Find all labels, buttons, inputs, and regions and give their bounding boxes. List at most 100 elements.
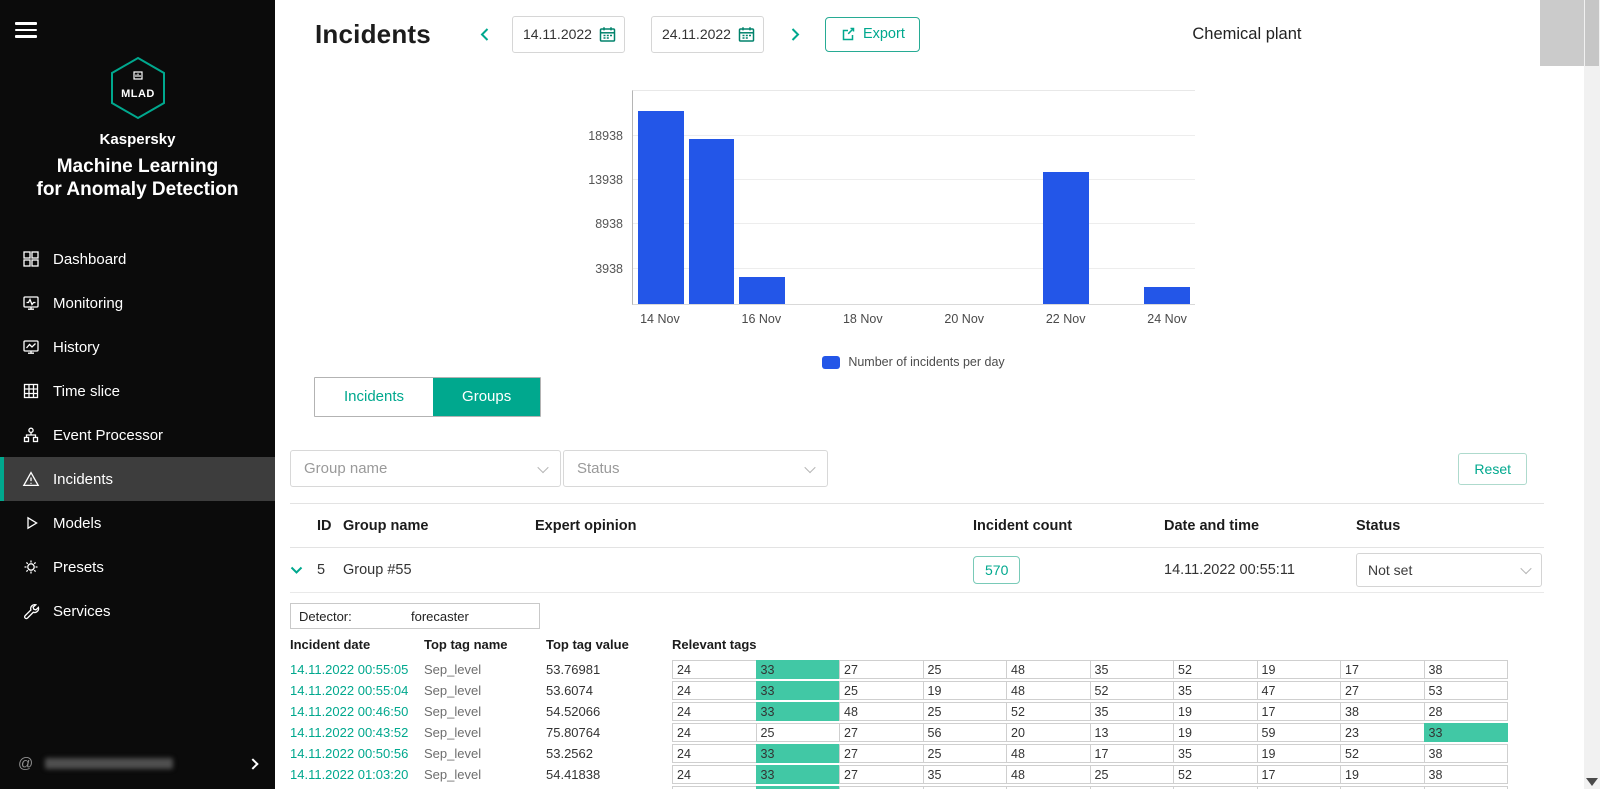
detail-row: 14.11.2022 00:55:05Sep_level53.769812433… — [290, 659, 1508, 679]
relevant-tags: 24332725481735195238 — [672, 744, 1508, 763]
tag-cell: 27 — [839, 786, 924, 789]
calendar-icon[interactable] — [738, 26, 755, 43]
sidebar-menu: Dashboard Monitoring History Time slice … — [0, 237, 275, 633]
chart-xtick-label: 24 Nov — [1147, 312, 1187, 326]
sidebar-item-presets[interactable]: Presets — [0, 545, 275, 589]
col-header-id: ID — [317, 518, 343, 534]
sidebar-item-monitoring[interactable]: Monitoring — [0, 281, 275, 325]
tag-cell: 25 — [923, 660, 1008, 679]
tag-cell-highlighted: 33 — [1424, 723, 1509, 742]
scrollbar-thumb[interactable] — [1585, 0, 1599, 66]
col-header-incident-count: Incident count — [973, 518, 1164, 534]
tag-cell-highlighted: 33 — [756, 744, 841, 763]
tag-cell: 35 — [1090, 786, 1175, 789]
date-to-input[interactable]: 24.11.2022 — [651, 16, 764, 53]
reset-button[interactable]: Reset — [1458, 453, 1527, 485]
sidebar-item-incidents[interactable]: Incidents — [0, 457, 275, 501]
tag-cell: 52 — [1173, 660, 1258, 679]
export-label: Export — [863, 26, 905, 42]
svg-text:MLAD: MLAD — [121, 88, 155, 100]
chart-bar[interactable] — [689, 139, 735, 304]
group-row[interactable]: 5 Group #55 570 14.11.2022 00:55:11 Not … — [290, 548, 1544, 593]
sidebar-item-history[interactable]: History — [0, 325, 275, 369]
status-select[interactable]: Not set — [1356, 553, 1542, 587]
group-name-placeholder: Group name — [304, 460, 387, 477]
top-tag-name: Sep_level — [424, 725, 546, 740]
status-value: Not set — [1368, 562, 1412, 578]
sidebar-item-dashboard[interactable]: Dashboard — [0, 237, 275, 281]
history-chart-icon — [22, 338, 40, 356]
chevron-left-icon[interactable] — [479, 27, 490, 42]
page-title: Incidents — [315, 19, 431, 50]
top-tag-value: 53.6074 — [546, 683, 672, 698]
chevron-right-icon[interactable] — [247, 758, 258, 769]
tag-cell: 38 — [1340, 702, 1425, 721]
date-to-value: 24.11.2022 — [662, 26, 731, 42]
group-detail: Detector: forecaster Incident date Top t… — [290, 603, 1584, 789]
hamburger-menu-icon[interactable] — [15, 18, 37, 42]
incident-date-link[interactable]: 14.11.2022 00:50:56 — [290, 746, 424, 761]
chart-bar[interactable] — [1043, 172, 1089, 304]
sidebar-item-services[interactable]: Services — [0, 589, 275, 633]
incident-date-link[interactable]: 14.11.2022 00:43:52 — [290, 725, 424, 740]
tag-cell: 27 — [839, 723, 924, 742]
tag-cell: 52 — [1090, 681, 1175, 700]
incident-date-link[interactable]: 14.11.2022 00:46:50 — [290, 704, 424, 719]
col-header-top-tag-value: Top tag value — [546, 637, 672, 655]
status-filter-select[interactable]: Status — [563, 450, 828, 487]
chart-bar[interactable] — [1144, 287, 1190, 304]
detail-table-header: Incident date Top tag name Top tag value… — [290, 637, 1508, 655]
date-from-input[interactable]: 14.11.2022 — [512, 16, 625, 53]
detail-rows: 14.11.2022 00:55:05Sep_level53.769812433… — [290, 659, 1508, 789]
relevant-tags: 24332725483552191738 — [672, 786, 1508, 789]
main-content: Incidents 14.11.2022 24.11.2022 Export C… — [275, 0, 1584, 789]
col-header-expert-opinion: Expert opinion — [535, 518, 973, 534]
chevron-right-icon[interactable] — [790, 27, 801, 42]
tag-cell: 48 — [1006, 681, 1091, 700]
tag-cell-highlighted: 33 — [756, 765, 841, 784]
col-header-top-tag-name: Top tag name — [424, 637, 546, 655]
tag-cell: 25 — [839, 681, 924, 700]
tag-cell: 24 — [672, 702, 757, 721]
tag-cell: 28 — [1424, 702, 1509, 721]
chart-ytick-label: 3938 — [595, 262, 623, 276]
tag-cell: 19 — [1173, 723, 1258, 742]
sidebar-item-event-processor[interactable]: Event Processor — [0, 413, 275, 457]
tag-cell: 13 — [1090, 723, 1175, 742]
chart-bar[interactable] — [739, 277, 785, 304]
tag-cell: 52 — [1173, 765, 1258, 784]
tag-cell: 24 — [672, 786, 757, 789]
chart-xtick-label: 18 Nov — [843, 312, 883, 326]
export-button[interactable]: Export — [825, 17, 920, 52]
tag-cell: 17 — [1257, 765, 1342, 784]
col-header-relevant-tags: Relevant tags — [672, 637, 1508, 655]
incident-date-link[interactable]: 14.11.2022 00:55:04 — [290, 683, 424, 698]
sidebar-item-label: Monitoring — [53, 295, 123, 312]
tag-cell: 25 — [756, 723, 841, 742]
top-tag-value: 54.52066 — [546, 704, 672, 719]
legend-swatch — [822, 356, 840, 369]
incident-date-link[interactable]: 14.11.2022 00:55:05 — [290, 662, 424, 677]
tag-cell: 25 — [923, 786, 1008, 789]
scrollbar[interactable] — [1584, 0, 1600, 789]
tag-cell: 25 — [923, 702, 1008, 721]
incident-count-badge[interactable]: 570 — [973, 556, 1020, 584]
sidebar-item-models[interactable]: Models — [0, 501, 275, 545]
scroll-down-arrow-icon[interactable] — [1586, 778, 1598, 786]
calendar-icon[interactable] — [599, 26, 616, 43]
detail-row: 14.11.2022 01:03:20Sep_level54.418382433… — [290, 764, 1508, 784]
tab-groups[interactable]: Groups — [433, 378, 540, 416]
chart-bar[interactable] — [638, 111, 684, 304]
tag-cell: 48 — [1006, 744, 1091, 763]
top-tag-name: Sep_level — [424, 683, 546, 698]
user-account[interactable]: @ — [0, 738, 275, 789]
tag-cell-highlighted: 33 — [756, 786, 841, 789]
group-name: Group #55 — [343, 562, 535, 578]
incident-date-link[interactable]: 14.11.2022 01:03:20 — [290, 767, 424, 782]
collapse-row-chevron-down-icon[interactable] — [290, 566, 303, 575]
chart-legend: Number of incidents per day — [632, 355, 1195, 369]
sidebar-item-label: Models — [53, 515, 101, 532]
sidebar-item-time-slice[interactable]: Time slice — [0, 369, 275, 413]
group-name-select[interactable]: Group name — [290, 450, 561, 487]
tab-incidents[interactable]: Incidents — [315, 378, 433, 416]
